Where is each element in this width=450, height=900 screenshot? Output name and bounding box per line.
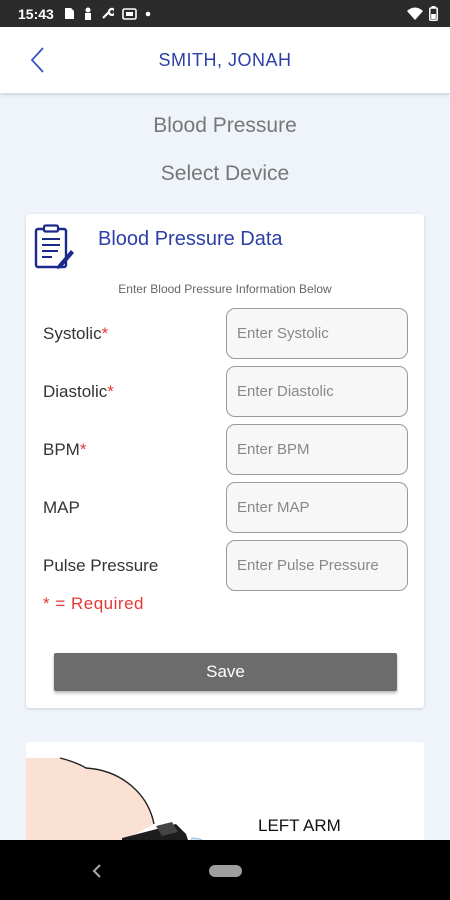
required-note: * = Required xyxy=(43,594,144,613)
systolic-row: Systolic* xyxy=(26,308,424,360)
systolic-required-mark: * xyxy=(101,324,109,343)
back-button[interactable] xyxy=(20,43,54,77)
blood-pressure-card: Blood Pressure Data Enter Blood Pressure… xyxy=(26,214,424,708)
page-title: Blood Pressure xyxy=(153,114,297,137)
system-nav-bar xyxy=(0,840,450,900)
bpm-label: BPM* xyxy=(43,440,86,460)
bpm-required-mark: * xyxy=(79,440,87,459)
chevron-left-icon xyxy=(30,47,44,73)
systolic-label: Systolic* xyxy=(43,324,108,344)
status-bar: 15:43 xyxy=(0,0,450,27)
map-row: MAP xyxy=(26,482,424,534)
save-button[interactable]: Save xyxy=(54,653,397,691)
clipboard-icon xyxy=(34,224,74,269)
sim-icon xyxy=(64,8,74,19)
pulse-pressure-label: Pulse Pressure xyxy=(43,556,158,576)
person-icon xyxy=(84,7,91,20)
app-header: SMITH, JONAH xyxy=(0,27,450,93)
pulse-pressure-label-text: Pulse Pressure xyxy=(43,556,159,575)
status-icons xyxy=(64,7,151,20)
systolic-label-text: Systolic xyxy=(43,324,102,343)
diastolic-required-mark: * xyxy=(107,382,114,401)
wifi-icon xyxy=(407,7,423,20)
diastolic-input[interactable] xyxy=(226,366,408,417)
map-label-text: MAP xyxy=(43,498,80,517)
pulse-pressure-input[interactable] xyxy=(226,540,408,591)
diastolic-label: Diastolic* xyxy=(43,382,114,402)
diastolic-row: Diastolic* xyxy=(26,366,424,418)
map-input[interactable] xyxy=(226,482,408,533)
dot-icon xyxy=(145,11,151,16)
battery-icon xyxy=(429,6,438,21)
arm-illustration-card: LEFT ARM xyxy=(26,742,424,852)
nav-back-icon[interactable] xyxy=(90,862,104,880)
status-time: 15:43 xyxy=(18,5,54,22)
bpm-row: BPM* xyxy=(26,424,424,476)
nav-home-pill[interactable] xyxy=(209,865,242,877)
card-title: Blood Pressure Data xyxy=(98,228,283,250)
status-right xyxy=(407,6,438,21)
card-subtitle: Enter Blood Pressure Information Below xyxy=(118,282,332,296)
arm-cuff-illustration xyxy=(26,757,209,852)
wrench-icon xyxy=(102,7,114,19)
bpm-input[interactable] xyxy=(226,424,408,475)
arm-label: LEFT ARM xyxy=(258,816,341,835)
systolic-input[interactable] xyxy=(226,308,408,359)
diastolic-label-text: Diastolic xyxy=(43,382,108,401)
bpm-label-text: BPM xyxy=(43,440,80,459)
patient-name: SMITH, JONAH xyxy=(158,49,292,70)
cast-icon xyxy=(122,7,137,20)
select-device-link[interactable]: Select Device xyxy=(0,162,450,186)
map-label: MAP xyxy=(43,498,80,518)
pulse-pressure-row: Pulse Pressure xyxy=(26,540,424,592)
